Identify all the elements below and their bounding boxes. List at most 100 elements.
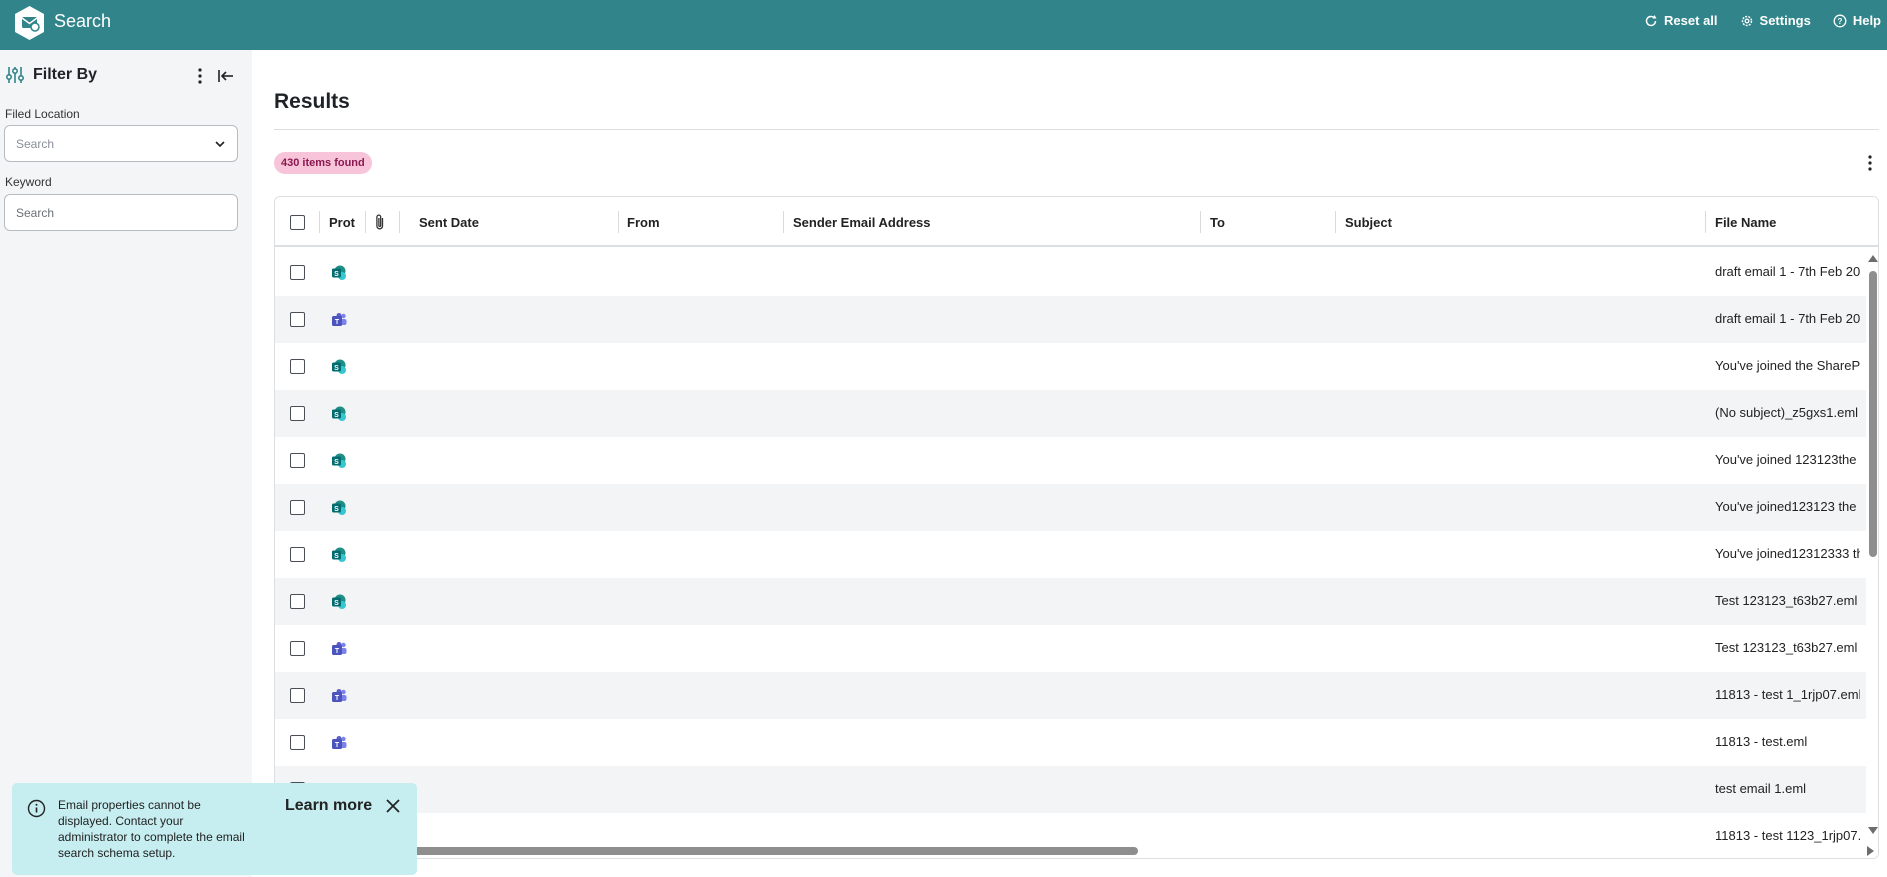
file-name-cell: 11813 - test 1123_1rjp07.eml bbox=[1715, 828, 1860, 843]
sharepoint-icon: S bbox=[331, 453, 347, 469]
row-checkbox[interactable] bbox=[290, 406, 305, 421]
sharepoint-icon: S bbox=[331, 265, 347, 281]
column-header-sent-date[interactable]: Sent Date bbox=[419, 197, 479, 247]
settings-label: Settings bbox=[1759, 13, 1811, 28]
row-checkbox[interactable] bbox=[290, 594, 305, 609]
filed-location-label: Filed Location bbox=[5, 107, 80, 121]
table-row[interactable]: S You've joined123123 the S bbox=[275, 484, 1878, 531]
column-header-from[interactable]: From bbox=[627, 197, 660, 247]
select-all-checkbox[interactable] bbox=[290, 197, 305, 247]
help-button[interactable]: ? Help bbox=[1833, 13, 1881, 28]
filter-header: Filter By bbox=[5, 65, 97, 85]
vertical-scroll-thumb[interactable] bbox=[1869, 271, 1877, 557]
svg-text:S: S bbox=[334, 506, 339, 513]
svg-text:S: S bbox=[334, 553, 339, 560]
row-checkbox[interactable] bbox=[290, 265, 305, 280]
svg-text:S: S bbox=[334, 365, 339, 372]
table-row[interactable]: Ttest email 1.eml bbox=[275, 766, 1878, 813]
top-bar: Search Reset all Settings ? Help bbox=[0, 0, 1887, 50]
row-checkbox[interactable] bbox=[290, 547, 305, 562]
svg-text:S: S bbox=[334, 459, 339, 466]
keyword-label: Keyword bbox=[5, 175, 52, 189]
collapse-sidebar-icon[interactable] bbox=[217, 67, 235, 85]
row-checkbox[interactable] bbox=[290, 735, 305, 750]
filter-sliders-icon bbox=[5, 67, 25, 83]
row-checkbox[interactable] bbox=[290, 312, 305, 327]
svg-text:S: S bbox=[334, 271, 339, 278]
scroll-down-arrow-icon[interactable] bbox=[1868, 827, 1878, 834]
results-more-options-icon[interactable] bbox=[1866, 154, 1874, 172]
filter-title: Filter By bbox=[33, 66, 98, 83]
table-row[interactable]: Sdraft email 1 - 7th Feb 2023 bbox=[275, 249, 1878, 296]
table-row[interactable]: S You've joined 123123the S bbox=[275, 437, 1878, 484]
reset-all-button[interactable]: Reset all bbox=[1644, 13, 1718, 28]
svg-text:T: T bbox=[335, 695, 340, 702]
row-checkbox[interactable] bbox=[290, 641, 305, 656]
column-header-subject[interactable]: Subject bbox=[1345, 197, 1392, 247]
results-divider bbox=[274, 129, 1879, 130]
filter-more-options-icon[interactable] bbox=[196, 67, 204, 85]
keyword-input[interactable]: Search bbox=[4, 194, 238, 231]
column-header-attachment[interactable] bbox=[374, 197, 386, 247]
teams-icon: T bbox=[331, 735, 347, 751]
table-row[interactable]: T 11813 - test 1_1rjp07.eml bbox=[275, 672, 1878, 719]
table-row[interactable]: S You've joined the SharePoint bbox=[275, 343, 1878, 390]
scroll-right-arrow-icon[interactable] bbox=[1867, 846, 1874, 856]
results-grid: Prot Sent Date From Sender Email Address… bbox=[274, 196, 1879, 859]
column-header-file-name[interactable]: File Name bbox=[1715, 197, 1776, 247]
reset-all-label: Reset all bbox=[1664, 13, 1718, 28]
settings-button[interactable]: Settings bbox=[1740, 13, 1811, 28]
svg-text:T: T bbox=[335, 742, 340, 749]
results-title: Results bbox=[274, 90, 350, 113]
file-name-cell: (No subject)_z5gxs1.eml bbox=[1715, 405, 1859, 420]
sharepoint-icon: S bbox=[331, 359, 347, 375]
app-logo-icon bbox=[15, 6, 44, 40]
svg-text:S: S bbox=[334, 600, 339, 607]
help-icon: ? bbox=[1833, 14, 1847, 27]
horizontal-scroll-thumb[interactable] bbox=[413, 847, 1138, 855]
learn-more-link[interactable]: Learn more bbox=[285, 797, 372, 815]
file-name-cell: You've joined 123123the S bbox=[1715, 452, 1860, 467]
table-row[interactable]: S You've joined12312333 the bbox=[275, 531, 1878, 578]
filed-location-select[interactable]: Search bbox=[4, 125, 238, 162]
teams-icon: T bbox=[331, 641, 347, 657]
file-name-cell: test email 1.eml bbox=[1715, 781, 1807, 796]
table-row[interactable]: T Test 123123_t63b27.eml bbox=[275, 625, 1878, 672]
teams-icon: T bbox=[331, 688, 347, 704]
table-row[interactable]: S Test 123123_t63b27.eml bbox=[275, 578, 1878, 625]
file-name-cell: draft email 1 - 7th Feb 2023 bbox=[1715, 264, 1860, 279]
toast-message: Email properties cannot be displayed. Co… bbox=[58, 798, 245, 860]
row-checkbox[interactable] bbox=[290, 688, 305, 703]
table-row[interactable]: Tdraft email 1 - 7th Feb 2023 bbox=[275, 296, 1878, 343]
file-name-cell: Test 123123_t63b27.eml bbox=[1715, 593, 1858, 608]
file-name-cell: draft email 1 - 7th Feb 2023 bbox=[1715, 311, 1860, 326]
column-header-to[interactable]: To bbox=[1210, 197, 1225, 247]
sharepoint-icon: S bbox=[331, 500, 347, 516]
close-icon[interactable] bbox=[385, 798, 401, 814]
sharepoint-icon: S bbox=[331, 547, 347, 563]
row-checkbox[interactable] bbox=[290, 500, 305, 515]
help-label: Help bbox=[1852, 13, 1881, 28]
gear-icon bbox=[1741, 15, 1752, 26]
file-name-cell: You've joined123123 the S bbox=[1715, 499, 1860, 514]
sharepoint-icon: S bbox=[331, 406, 347, 422]
app-title: Search bbox=[54, 11, 112, 31]
paperclip-icon bbox=[376, 214, 384, 230]
row-checkbox[interactable] bbox=[290, 359, 305, 374]
filed-location-placeholder: Search bbox=[16, 136, 55, 151]
table-row[interactable]: T 11813 - test.eml bbox=[275, 719, 1878, 766]
chevron-down-icon bbox=[215, 140, 225, 147]
teams-icon: T bbox=[331, 312, 347, 328]
scroll-up-arrow-icon[interactable] bbox=[1868, 255, 1878, 262]
sharepoint-icon: S bbox=[331, 594, 347, 610]
schema-warning-toast: Email properties cannot be displayed. Co… bbox=[12, 783, 417, 875]
column-header-prot[interactable]: Prot bbox=[329, 197, 355, 247]
svg-text:T: T bbox=[335, 648, 340, 655]
file-name-cell: Test 123123_t63b27.eml bbox=[1715, 640, 1858, 655]
table-row[interactable]: S (No subject)_z5gxs1.eml bbox=[275, 390, 1878, 437]
file-name-cell: 11813 - test 1_1rjp07.eml bbox=[1715, 687, 1860, 702]
column-header-sender-email[interactable]: Sender Email Address bbox=[793, 197, 931, 247]
keyword-placeholder: Search bbox=[16, 205, 55, 220]
row-checkbox[interactable] bbox=[290, 453, 305, 468]
filter-sidebar: Filter By Filed Location Search Keyword … bbox=[0, 50, 252, 877]
